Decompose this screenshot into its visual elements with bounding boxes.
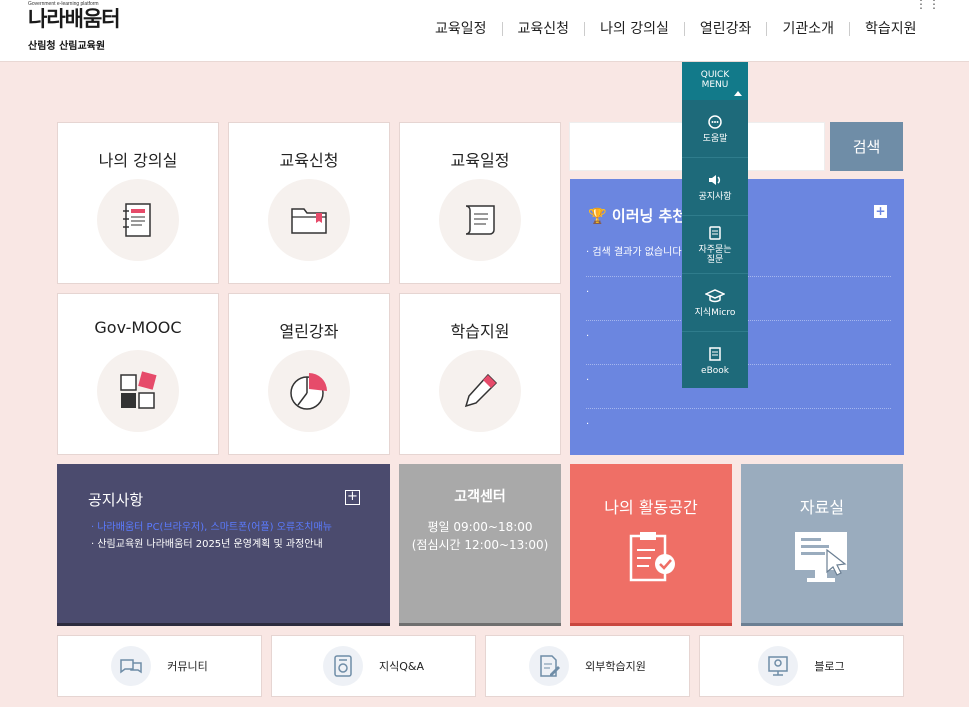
notebook-icon [97, 179, 179, 261]
qa-button[interactable]: 지식Q&A [271, 635, 476, 697]
quick-faq[interactable]: 자주묻는 질문 [682, 216, 748, 274]
cs-hours-weekday: 평일 09:00~18:00 [427, 520, 533, 534]
nav-apply[interactable]: 교육신청 [501, 22, 585, 36]
quick-help[interactable]: 도움말 [682, 100, 748, 158]
clipboard-check-icon [629, 532, 675, 582]
quick-ebook-label: eBook [701, 366, 729, 376]
edit-doc-icon [529, 646, 570, 686]
quick-faq-label-1: 자주묻는 [698, 244, 732, 255]
tile-gov-mooc[interactable]: Gov-MOOC [57, 293, 219, 455]
quick-micro-label: 지식Micro [694, 307, 736, 318]
list-item: · [586, 419, 590, 430]
bottom-label: 블로그 [814, 660, 845, 673]
quick-help-label: 도움말 [702, 133, 728, 144]
blog-icon [758, 646, 799, 686]
my-activity[interactable]: 나의 활동공간 [570, 464, 732, 626]
logo-brand: 나라배움터 [28, 7, 121, 31]
quick-menu: QUICK MENU 도움말 공지사항 자주묻는 질문 지식Micro eBoo… [682, 62, 748, 388]
nav-my-classroom[interactable]: 나의 강의실 [584, 22, 684, 36]
speaker-icon [709, 174, 721, 185]
cs-hours: 평일 09:00~18:00 (점심시간 12:00~13:00) [399, 518, 561, 554]
header: Government e-learning platform 나라배움터 산림청… [0, 0, 969, 62]
tile-support[interactable]: 학습지원 [399, 293, 561, 455]
cs-title: 고객센터 [454, 489, 506, 505]
squares-icon [97, 350, 179, 432]
bottom-label: 외부학습지원 [585, 660, 646, 673]
tile-label: Gov-MOOC [94, 318, 182, 337]
bottom-label: 커뮤니티 [167, 660, 208, 673]
library[interactable]: 자료실 [741, 464, 903, 626]
tile-label: 열린강좌 [279, 322, 339, 341]
notice-item[interactable]: · 산림교육원 나라배움터 2025년 운영계획 및 과정안내 [91, 536, 332, 553]
activity-title: 나의 활동공간 [604, 498, 698, 517]
bottom-label: 지식Q&A [378, 660, 424, 673]
tile-open-lecture[interactable]: 열린강좌 [228, 293, 390, 455]
tile-label: 교육일정 [450, 151, 510, 170]
main-nav: 교육일정 교육신청 나의 강의실 열린강좌 기관소개 학습지원 [420, 19, 932, 39]
pencil-icon [439, 350, 521, 432]
notice-more-button[interactable]: + [345, 490, 360, 505]
notice-title: 공지사항 [88, 491, 144, 509]
quick-title-2: MENU [701, 80, 729, 90]
tile-apply[interactable]: 교육신청 [228, 122, 390, 284]
blog-button[interactable]: 블로그 [699, 635, 904, 697]
community-button[interactable]: 커뮤니티 [57, 635, 262, 697]
logo[interactable]: Government e-learning platform 나라배움터 산림청… [28, 2, 158, 58]
folder-icon [268, 179, 350, 261]
tile-label: 학습지원 [450, 322, 510, 341]
cs-hours-lunch: (점심시간 12:00~13:00) [411, 538, 549, 552]
book-icon [709, 347, 721, 361]
quick-menu-toggle[interactable]: QUICK MENU [682, 62, 748, 100]
tile-schedule[interactable]: 교육일정 [399, 122, 561, 284]
nav-about[interactable]: 기관소개 [766, 22, 849, 36]
search-button[interactable]: 검색 [830, 122, 903, 171]
qa-icon [322, 646, 363, 686]
quick-notice-label: 공지사항 [698, 191, 732, 202]
library-title: 자료실 [799, 498, 845, 517]
org-name: 산림청 산림교육원 [28, 41, 106, 52]
pie-icon [268, 350, 350, 432]
scroll-icon [439, 179, 521, 261]
quick-notice[interactable]: 공지사항 [682, 158, 748, 216]
tile-label: 나의 강의실 [98, 151, 178, 170]
nav-open-lecture[interactable]: 열린강좌 [683, 22, 767, 36]
cap-icon [705, 288, 725, 302]
external-learning-button[interactable]: 외부학습지원 [485, 635, 690, 697]
sitemap-icon[interactable]: ⋮⋮ [915, 0, 941, 10]
tile-label: 교육신청 [279, 151, 339, 170]
faq-icon [709, 225, 721, 240]
elearning-more-button[interactable]: + [874, 205, 887, 218]
monitor-icon [795, 532, 847, 582]
quick-faq-label-2: 질문 [706, 254, 724, 265]
quick-title-1: QUICK [700, 70, 730, 80]
nav-support[interactable]: 학습지원 [848, 22, 932, 36]
chat-icon [111, 646, 152, 686]
nav-schedule[interactable]: 교육일정 [420, 22, 502, 36]
help-icon [708, 114, 722, 129]
notice-panel: 공지사항 + · 나라배움터 PC(브라우저), 스마트폰(어플) 오류조치매뉴… [57, 464, 390, 626]
quick-ebook[interactable]: eBook [682, 332, 748, 390]
customer-center[interactable]: 고객센터 평일 09:00~18:00 (점심시간 12:00~13:00) [399, 464, 561, 626]
notice-list: · 나라배움터 PC(브라우저), 스마트폰(어플) 오류조치매뉴 · 산림교육… [91, 519, 332, 553]
elearning-title: 🏆 이러닝 추천 [588, 207, 687, 225]
tile-my-classroom[interactable]: 나의 강의실 [57, 122, 219, 284]
notice-item[interactable]: · 나라배움터 PC(브라우저), 스마트폰(어플) 오류조치매뉴 [91, 519, 332, 536]
quick-micro[interactable]: 지식Micro [682, 274, 748, 332]
